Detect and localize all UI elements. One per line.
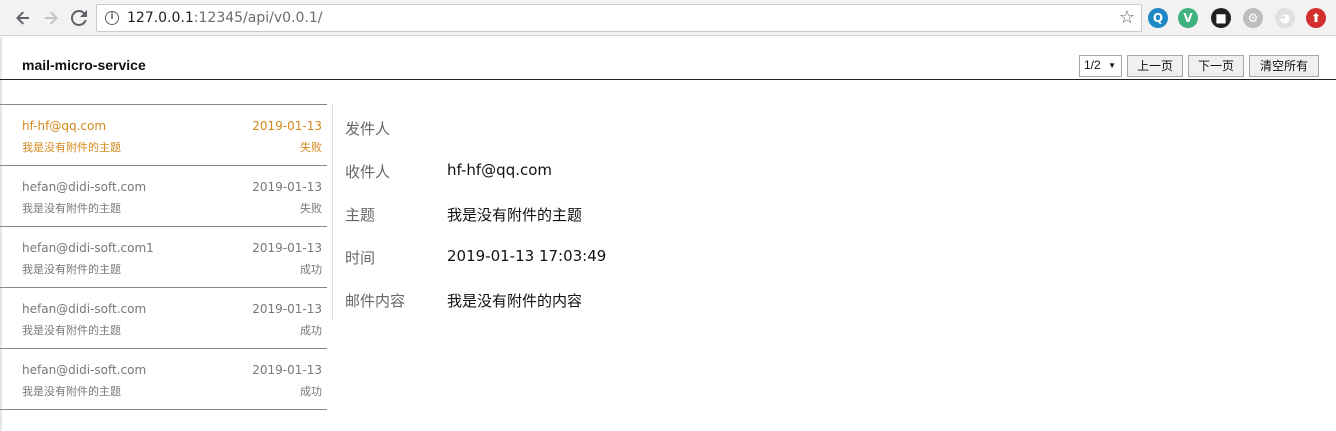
panel-divider bbox=[332, 104, 333, 320]
mail-date: 2019-01-13 bbox=[252, 363, 322, 377]
page-select[interactable]: 1/2 ▼ bbox=[1079, 55, 1122, 77]
to-label: 收件人 bbox=[345, 163, 391, 181]
mail-date: 2019-01-13 bbox=[252, 302, 322, 316]
extension-vue-icon[interactable]: V bbox=[1178, 8, 1198, 28]
mail-status: 失败 bbox=[300, 141, 322, 154]
mail-subject: 我是没有附件的主题 bbox=[22, 263, 121, 276]
mail-subject: 我是没有附件的主题 bbox=[22, 385, 121, 398]
prev-page-button[interactable]: 上一页 bbox=[1127, 55, 1183, 77]
mail-status: 成功 bbox=[300, 263, 322, 276]
extension-gear-icon[interactable]: ⚙ bbox=[1243, 8, 1263, 28]
subject-value: 我是没有附件的主题 bbox=[447, 206, 583, 224]
content-label: 邮件内容 bbox=[345, 292, 406, 310]
star-icon[interactable]: ☆ bbox=[1119, 7, 1135, 28]
mail-list-item[interactable]: hefan@didi-soft.com 2019-01-13 我是没有附件的主题 成功 bbox=[0, 288, 327, 349]
reload-icon[interactable] bbox=[66, 5, 92, 31]
address-bar[interactable]: i 127.0.0.1:12345/api/v0.0.1/ ☆ bbox=[96, 4, 1142, 32]
mail-sender: hefan@didi-soft.com bbox=[22, 363, 147, 377]
mail-sender: hefan@didi-soft.com bbox=[22, 180, 147, 194]
mail-status: 成功 bbox=[300, 324, 322, 337]
mail-list-item[interactable]: hefan@didi-soft.com 2019-01-13 我是没有附件的主题 失败 bbox=[0, 166, 327, 227]
browser-toolbar: i 127.0.0.1:12345/api/v0.0.1/ ☆ Q V ■ ⚙ ◕ ⬆ bbox=[0, 0, 1336, 36]
mail-subject: 我是没有附件的主题 bbox=[22, 324, 121, 337]
mail-list-item[interactable]: hf-hf@qq.com 2019-01-13 我是没有附件的主题 失败 bbox=[0, 105, 327, 166]
extension-upload-icon[interactable]: ⬆ bbox=[1306, 8, 1326, 28]
back-icon[interactable] bbox=[10, 5, 36, 31]
time-label: 时间 bbox=[345, 249, 376, 267]
mail-status: 成功 bbox=[300, 385, 322, 398]
extension-cat-icon[interactable]: ◕ bbox=[1275, 8, 1295, 28]
content-value: 我是没有附件的内容 bbox=[447, 292, 583, 310]
mail-list-item[interactable]: hefan@didi-soft.com1 2019-01-13 我是没有附件的主题 成… bbox=[0, 227, 327, 288]
mail-status: 失败 bbox=[300, 202, 322, 215]
info-icon[interactable]: i bbox=[105, 11, 119, 25]
next-page-button[interactable]: 下一页 bbox=[1188, 55, 1244, 77]
clear-all-button[interactable]: 清空所有 bbox=[1249, 55, 1319, 77]
chevron-down-icon: ▼ bbox=[1108, 61, 1116, 70]
url-text: 127.0.0.1:12345/api/v0.0.1/ bbox=[127, 10, 323, 26]
extension-tampermonkey-icon[interactable]: ■ bbox=[1211, 8, 1231, 28]
time-value: 2019-01-13 17:03:49 bbox=[447, 247, 607, 265]
mail-sender: hefan@didi-soft.com1 bbox=[22, 241, 154, 255]
mail-sender: hf-hf@qq.com bbox=[22, 119, 107, 133]
mail-date: 2019-01-13 bbox=[252, 119, 322, 133]
forward-icon[interactable] bbox=[38, 5, 64, 31]
mail-date: 2019-01-13 bbox=[252, 180, 322, 194]
page-select-value: 1/2 bbox=[1084, 58, 1101, 72]
subject-label: 主题 bbox=[345, 206, 376, 224]
mail-subject: 我是没有附件的主题 bbox=[22, 202, 121, 215]
app-title: mail-micro-service bbox=[22, 57, 146, 73]
from-label: 发件人 bbox=[345, 120, 391, 138]
mail-list-item[interactable]: hefan@didi-soft.com 2019-01-13 我是没有附件的主题 成功 bbox=[0, 349, 327, 410]
extension-q-icon[interactable]: Q bbox=[1148, 8, 1168, 28]
mail-sender: hefan@didi-soft.com bbox=[22, 302, 147, 316]
mail-date: 2019-01-13 bbox=[252, 241, 322, 255]
to-value: hf-hf@qq.com bbox=[447, 161, 553, 179]
mail-subject: 我是没有附件的主题 bbox=[22, 141, 121, 154]
app-header: mail-micro-service 1/2 ▼ 上一页 下一页 清空所有 bbox=[0, 37, 1336, 80]
